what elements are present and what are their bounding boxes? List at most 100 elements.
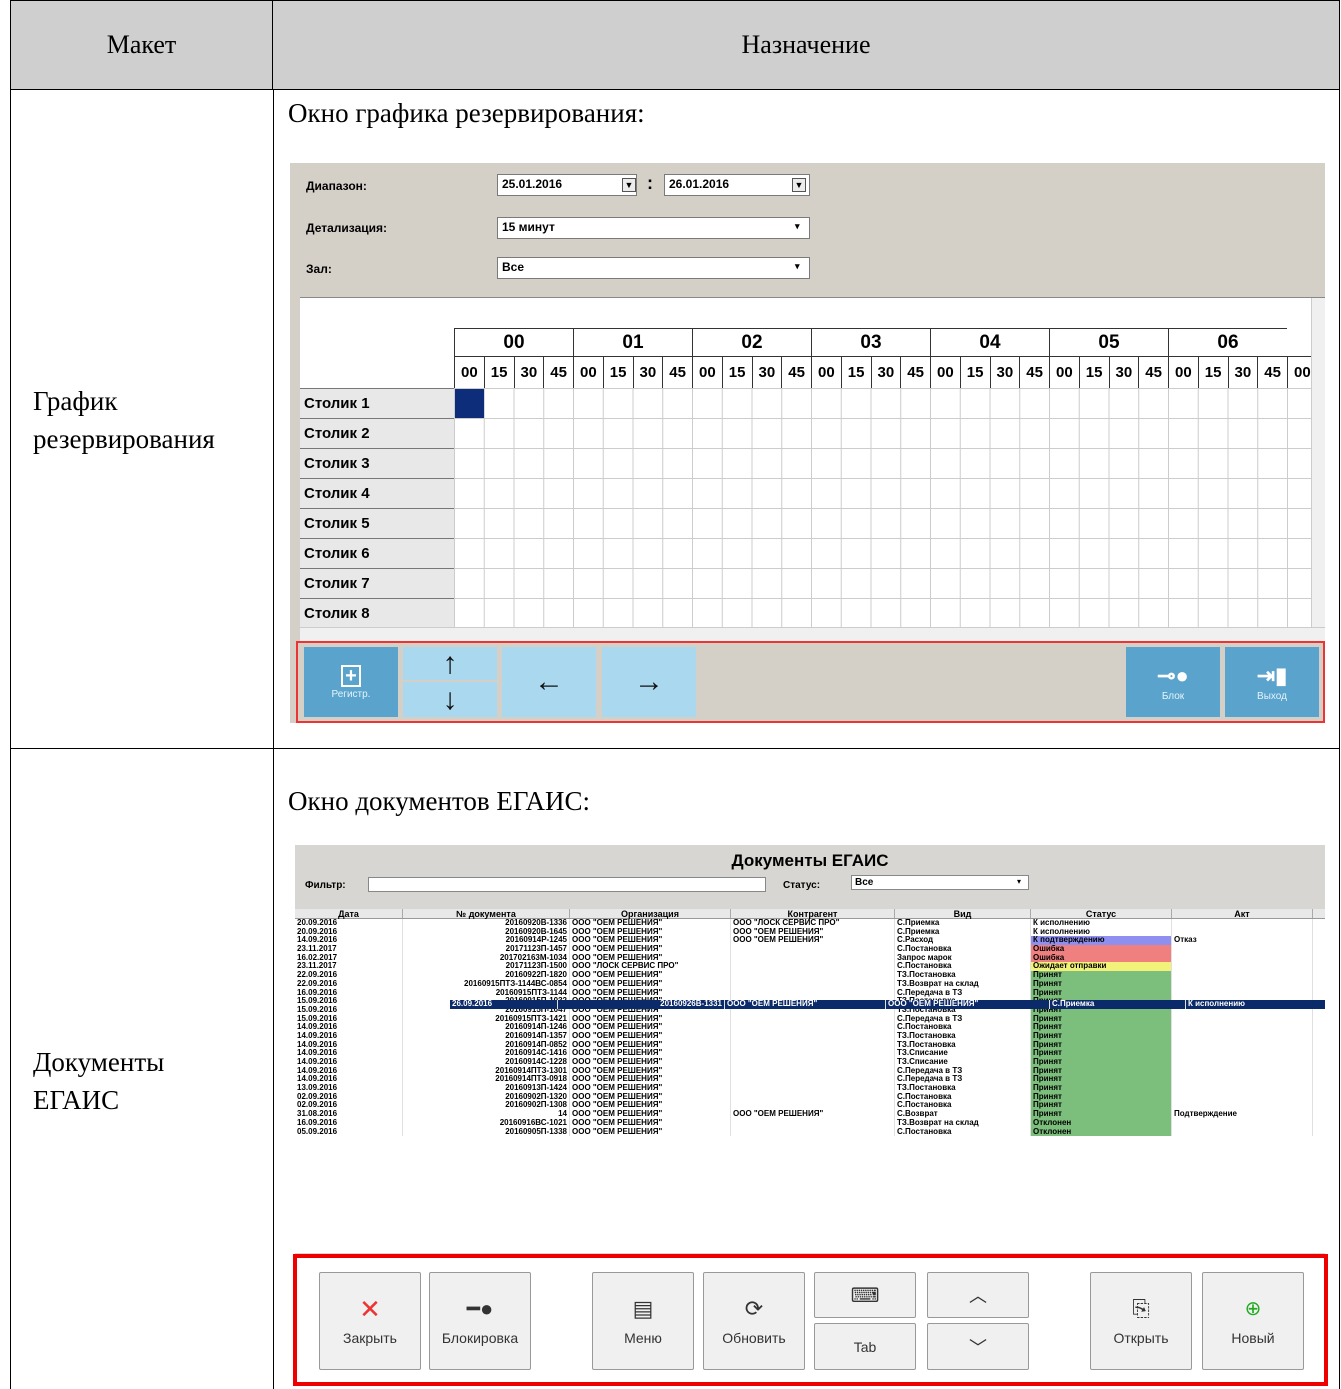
table-row[interactable]: 20.09.2016 20160920B-1336 ООО "ОЕМ РЕШЕНИЯ…	[295, 919, 1325, 928]
table-cell	[1172, 1031, 1313, 1041]
table-cell: Принят	[1031, 979, 1172, 989]
exit-button[interactable]: ⇥▮ Выход	[1225, 647, 1319, 717]
table-cell: С.Постановка	[895, 1023, 1031, 1032]
range-end-field[interactable]: 26.01.2016	[664, 174, 810, 196]
table-row-label[interactable]: Столик 2	[300, 418, 454, 448]
column-header[interactable]: Акт	[1172, 909, 1313, 919]
lock-button[interactable]: ━● Блокировка	[429, 1272, 531, 1370]
table-row[interactable]: 16.09.2016 20160915ПТЗ-1144 ООО "ОЕМ РЕШЕН…	[295, 988, 1325, 998]
table-cell: 22.09.2016	[295, 971, 403, 980]
left-button[interactable]: ←	[502, 647, 596, 717]
vertical-scrollbar[interactable]	[1311, 298, 1325, 641]
table-row[interactable]: 22.09.2016 20160922П-1820 ООО "ОЕМ РЕШЕНИЯ…	[295, 971, 1325, 980]
chevron-down-icon[interactable]: ▾	[1017, 877, 1021, 886]
table-row[interactable]: 22.09.2016 20160915ПТЗ-1144ВС-0854 ООО "ОЕ…	[295, 979, 1325, 989]
arrow-right-icon: →	[634, 665, 664, 698]
up-button[interactable]: ↑	[403, 647, 497, 680]
row1-label-line2: резервирования	[33, 424, 215, 454]
keyboard-button[interactable]: ⌨	[814, 1272, 916, 1318]
column-header[interactable]: Вид	[895, 909, 1031, 919]
table-row-label[interactable]: Столик 5	[300, 508, 454, 538]
table-cell: ООО "ОЕМ РЕШЕНИЯ"	[570, 1092, 731, 1102]
table-cell	[1172, 1084, 1313, 1093]
row1-intro: Окно графика резервирования:	[288, 98, 645, 128]
table-cell: ООО "ОЕМ РЕШЕНИЯ"	[570, 1014, 731, 1024]
table-row-label[interactable]: Столик 6	[300, 538, 454, 568]
slot-cells[interactable]	[454, 388, 1311, 627]
table-row[interactable]: 31.08.2016 14 ООО "ОЕМ РЕШЕНИЯ" ООО "ОЕМ РЕ…	[295, 1110, 1325, 1119]
table-cell: 20171123П-1457	[403, 945, 570, 954]
register-button[interactable]: + Регистр.	[304, 647, 398, 717]
table-row[interactable]: 23.11.2017 20171123П-1457 ООО "ОЕМ РЕШЕНИЯ…	[295, 945, 1325, 954]
table-row[interactable]: 14.09.2016 20160914P-1245 ООО "ОЕМ РЕШЕНИЯ…	[295, 936, 1325, 946]
column-header[interactable]: Дата	[295, 909, 403, 919]
table-row[interactable]: 20.09.2016 20160920B-1645 ООО "ОЕМ РЕШЕНИЯ…	[295, 927, 1325, 937]
documents-grid[interactable]: Дата № документа Организация Контрагент Вид С…	[295, 909, 1325, 1253]
down-button[interactable]: ﹀	[927, 1323, 1029, 1370]
open-button[interactable]: ⎘ Открыть	[1090, 1272, 1192, 1370]
chevron-down-icon[interactable]: ▾	[795, 261, 800, 272]
table-cell	[1172, 962, 1313, 972]
down-button[interactable]: ↓	[403, 682, 497, 717]
table-row-label[interactable]: Столик 3	[300, 448, 454, 478]
table-cell: К исполнению	[1186, 1000, 1325, 1009]
refresh-icon: ⟳	[744, 1296, 764, 1321]
chevron-down-icon[interactable]: ▾	[795, 221, 800, 232]
tab-button[interactable]: Tab	[814, 1323, 916, 1370]
block-button[interactable]: ⊸● Блок	[1126, 647, 1220, 717]
range-start-field[interactable]: 25.01.2016	[497, 174, 637, 196]
table-cell	[1172, 1075, 1313, 1085]
column-header[interactable]: Контрагент	[731, 909, 895, 919]
table-row[interactable]: 14.09.2016 20160914ПТЗ-1301 ООО "ОЕМ РЕШЕН…	[295, 1066, 1325, 1076]
table-row[interactable]: 13.09.2016 20160913П-1424 ООО "ОЕМ РЕШЕНИЯ…	[295, 1084, 1325, 1093]
up-button[interactable]: ︿	[927, 1272, 1029, 1318]
table-cell: 20160914P-1245	[403, 936, 570, 946]
table-row[interactable]: 15.09.2016 20160915ПТЗ-1421 ООО "ОЕМ РЕШЕН…	[295, 1014, 1325, 1024]
column-header[interactable]: Статус	[1031, 909, 1172, 919]
chevron-down-icon[interactable]: ▼	[792, 178, 806, 192]
table-row[interactable]: 14.09.2016 20160914С-1228 ООО "ОЕМ РЕШЕНИЯ…	[295, 1058, 1325, 1067]
status-label: Статус:	[783, 880, 821, 891]
table-row[interactable]: 23.11.2017 20171123П-1500 ООО "ЛОСК СЕРВИС…	[295, 962, 1325, 972]
table-cell: ТЗ.Списание	[895, 1058, 1031, 1067]
table-row[interactable]: 16.09.2016 20160916ВС-1021 ООО "ОЕМ РЕШЕНИ…	[295, 1118, 1325, 1128]
column-header[interactable]: № документа	[403, 909, 570, 919]
table-row[interactable]: 26.09.2016 20160926B-1331 ООО "ОЕМ РЕШЕНИЯ…	[450, 1000, 1325, 1009]
close-button[interactable]: ✕ Закрыть	[319, 1272, 421, 1370]
new-button[interactable]: ⊕ Новый	[1202, 1272, 1304, 1370]
table-row[interactable]: 05.09.2016 20160905П-1338 ООО "ОЕМ РЕШЕНИЯ…	[295, 1127, 1325, 1137]
table-cell: Принят	[1031, 1023, 1172, 1032]
status-select[interactable]: Все	[851, 875, 1029, 890]
selected-slot[interactable]	[455, 389, 484, 418]
grid-body: 26.09.2016 20160926B-1331 ООО "ОЕМ РЕШЕНИЯ…	[295, 919, 1325, 1137]
open-icon: ⎘	[1132, 1296, 1150, 1321]
table-cell: ТЗ.Постановка	[895, 1040, 1031, 1050]
reservation-grid[interactable]: 00 01 02 03 04 05 06 00 15 30 45 00 15 30 45 00 1…	[300, 297, 1325, 641]
right-button[interactable]: →	[602, 647, 696, 717]
table-row[interactable]: 14.09.2016 20160914ПТЗ-0918 ООО "ОЕМ РЕШЕН…	[295, 1075, 1325, 1085]
table-cell: 14.09.2016	[295, 1023, 403, 1032]
detail-select[interactable]: 15 минут	[497, 217, 810, 239]
table-row[interactable]: 14.09.2016 20160914П-0852 ООО "ОЕМ РЕШЕНИЯ…	[295, 1040, 1325, 1050]
table-row[interactable]: 02.09.2016 20160902П-1308 ООО "ОЕМ РЕШЕНИЯ…	[295, 1101, 1325, 1111]
menu-button[interactable]: ▤ Меню	[592, 1272, 694, 1370]
table-row[interactable]: 14.09.2016 20160914П-1357 ООО "ОЕМ РЕШЕНИЯ…	[295, 1031, 1325, 1041]
table-list: Столик 1 Столик 2 Столик 3 Столик 4 Столик 5…	[300, 388, 454, 628]
table-row[interactable]: 16.02.2017 201702163М-1034 ООО "ОЕМ РЕШЕНИ…	[295, 953, 1325, 963]
reservation-window: Диапазон: 25.01.2016 ▼ : 26.01.2016 ▼ Де…	[290, 163, 1325, 723]
hall-select[interactable]: Все	[497, 257, 810, 279]
hall-label: Зал:	[306, 262, 332, 276]
horizontal-scrollbar[interactable]	[300, 627, 1325, 641]
table-row-label[interactable]: Столик 8	[300, 598, 454, 628]
column-header[interactable]: Организация	[570, 909, 731, 919]
table-row-label[interactable]: Столик 1	[300, 388, 454, 418]
table-row[interactable]: 02.09.2016 20160902П-1320 ООО "ОЕМ РЕШЕНИЯ…	[295, 1092, 1325, 1102]
refresh-button[interactable]: ⟳ Обновить	[703, 1272, 805, 1370]
table-row[interactable]: 14.09.2016 20160914П-1246 ООО "ОЕМ РЕШЕНИЯ…	[295, 1023, 1325, 1032]
chevron-down-icon[interactable]: ▼	[622, 178, 636, 192]
table-cell: 23.11.2017	[295, 962, 403, 972]
table-row-label[interactable]: Столик 7	[300, 568, 454, 598]
table-row[interactable]: 14.09.2016 20160914С-1416 ООО "ОЕМ РЕШЕНИЯ…	[295, 1049, 1325, 1058]
table-row-label[interactable]: Столик 4	[300, 478, 454, 508]
filter-input[interactable]	[368, 877, 766, 892]
